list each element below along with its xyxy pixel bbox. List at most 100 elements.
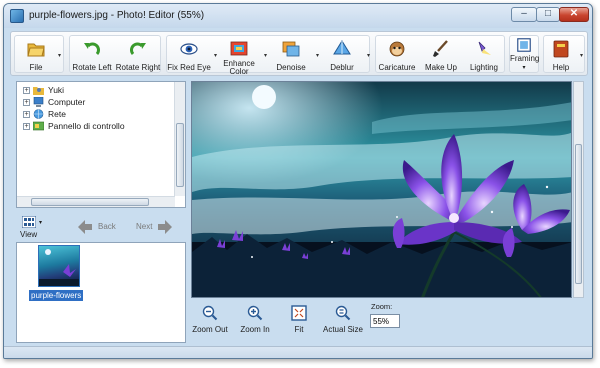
folder-open-icon (27, 43, 45, 57)
help-dropdown-icon[interactable]: ▾ (580, 52, 583, 59)
view-dropdown-icon[interactable]: ▾ (39, 219, 42, 226)
next-button[interactable]: Next (134, 218, 178, 236)
back-label: Back (98, 222, 116, 231)
tree-item-pannello-di-controllo[interactable]: + Pannello di controllo (23, 120, 171, 132)
user-folder-icon (33, 87, 44, 95)
next-label: Next (136, 222, 153, 231)
framing-label: Framing (510, 54, 540, 63)
zoom-in-button[interactable]: Zoom In (237, 304, 273, 338)
eye-icon (180, 43, 198, 55)
enhance-color-label-2: Color (229, 67, 249, 76)
enhance-color-button[interactable]: Enhance Color ▾ (217, 36, 267, 76)
rotate-left-icon (84, 42, 100, 55)
back-arrow-icon (78, 220, 92, 234)
expand-icon[interactable]: + (23, 87, 30, 94)
network-icon (33, 109, 44, 119)
file-dropdown-icon[interactable]: ▾ (58, 52, 61, 59)
expand-icon[interactable]: + (23, 123, 30, 130)
lighting-label: Lighting (469, 63, 499, 72)
denoise-button[interactable]: Denoise ▾ (269, 36, 319, 74)
lighting-button[interactable]: Lighting (464, 36, 504, 74)
help-group: Help ▾ (543, 35, 585, 73)
actual-size-label: Actual Size (322, 325, 364, 334)
tree-item-yuki[interactable]: + Yuki (23, 84, 171, 96)
maximize-button[interactable]: □ (536, 7, 560, 22)
preview-vertical-scrollbar[interactable] (573, 81, 584, 298)
tree-vertical-scrollbar[interactable] (174, 82, 185, 196)
actual-size-button[interactable]: Actual Size (322, 304, 364, 338)
scroll-thumb[interactable] (176, 123, 184, 187)
next-arrow-icon (158, 220, 172, 234)
view-label: View (20, 230, 38, 239)
tree-item-rete[interactable]: + Rete (23, 108, 171, 120)
deblur-dropdown-icon[interactable]: ▾ (367, 52, 370, 59)
image-preview[interactable] (191, 81, 572, 298)
file-group: File ▾ (14, 35, 64, 73)
framing-button[interactable]: Framing ▾ (510, 36, 540, 74)
zoom-label: Zoom: (371, 302, 393, 311)
minimize-button[interactable]: – (511, 7, 537, 22)
file-label: File (29, 63, 43, 72)
rotate-left-label: Rotate Left (72, 63, 112, 72)
make-up-label: Make Up (424, 63, 457, 72)
expand-icon[interactable]: + (23, 99, 30, 106)
zoom-toolbar: Zoom Out Zoom In Fit Actual Size Zoom: 5… (191, 300, 586, 340)
rotate-right-label: Rotate Right (115, 63, 161, 72)
scroll-thumb[interactable] (31, 198, 149, 206)
make-up-button[interactable]: Make Up (420, 36, 462, 74)
tree-item-label: Rete (48, 109, 66, 119)
computer-icon (33, 97, 44, 107)
tree-horizontal-scrollbar[interactable] (17, 196, 175, 207)
zoom-in-icon (247, 305, 263, 321)
deblur-button[interactable]: Deblur ▾ (320, 36, 370, 74)
tree-item-computer[interactable]: + Computer (23, 96, 171, 108)
color-palette-icon (230, 41, 248, 56)
help-book-icon (553, 40, 569, 58)
close-button[interactable]: ✕ (559, 7, 589, 22)
fix-red-eye-button[interactable]: Fix Red Eye ▾ (167, 36, 217, 74)
fit-button[interactable]: Fit (286, 304, 312, 338)
status-bar (4, 346, 592, 358)
enhance-color-dropdown-icon[interactable]: ▾ (264, 52, 267, 59)
thumbnail-image[interactable] (38, 245, 80, 287)
zoom-out-label: Zoom Out (192, 325, 228, 334)
back-button[interactable]: Back (78, 218, 122, 236)
navigation-bar: ▾ View Back Next (16, 214, 186, 242)
zoom-level-input[interactable] (370, 314, 400, 328)
rotate-right-button[interactable]: Rotate Right (115, 36, 161, 74)
fix-red-eye-label: Fix Red Eye (167, 63, 211, 72)
scroll-thumb[interactable] (575, 144, 582, 284)
expand-icon[interactable]: + (23, 111, 30, 118)
rotate-left-button[interactable]: Rotate Left (70, 36, 114, 74)
rotate-right-icon (130, 42, 146, 55)
toolbar: File ▾ Rotate Left Rotate Right Fix Red … (10, 31, 588, 76)
lamp-icon (478, 41, 491, 55)
tree-item-label: Computer (48, 97, 86, 107)
app-icon (10, 9, 24, 23)
file-button[interactable]: File ▾ (15, 36, 61, 74)
folder-tree: + Yuki + Computer + Rete + Pannello di c… (16, 81, 186, 208)
caricature-label: Caricature (378, 63, 416, 72)
thumbnail-label: purple-flowers (29, 290, 84, 301)
window-title: purple-flowers.jpg - Photo! Editor (55%) (29, 10, 205, 21)
zoom-out-button[interactable]: Zoom Out (191, 304, 229, 338)
denoise-dropdown-icon[interactable]: ▾ (316, 52, 319, 59)
tree-item-label: Pannello di controllo (48, 121, 125, 131)
denoise-icon (282, 41, 300, 57)
thumbnail-flower-icon (39, 249, 79, 286)
zoom-in-label: Zoom In (240, 325, 270, 334)
framing-dropdown-icon[interactable]: ▾ (510, 64, 538, 73)
photo-canvas (192, 82, 571, 297)
thumbnail-panel: purple-flowers (16, 242, 186, 343)
prism-icon (333, 40, 351, 55)
fit-icon (291, 305, 307, 321)
fit-label: Fit (294, 325, 304, 334)
title-bar: purple-flowers.jpg - Photo! Editor (55%)… (4, 4, 592, 28)
help-button[interactable]: Help ▾ (544, 36, 583, 74)
control-panel-icon (33, 121, 44, 131)
deblur-label: Deblur (330, 63, 354, 72)
effects-group: Caricature Make Up Lighting (375, 35, 505, 73)
framing-group: Framing ▾ (509, 35, 539, 73)
view-button[interactable]: ▾ View (18, 216, 52, 240)
caricature-button[interactable]: Caricature (376, 36, 418, 74)
